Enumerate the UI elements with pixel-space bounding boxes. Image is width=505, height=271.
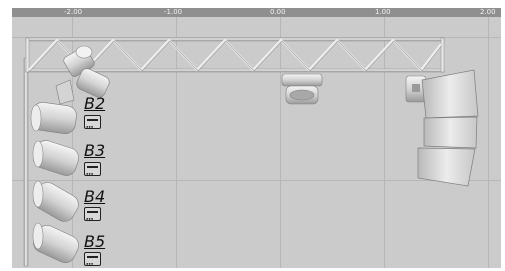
stage-scene [23, 37, 479, 267]
horizontal-ruler: -2.00 -1.00 0.00 1.00 2.00 [12, 8, 501, 17]
stage-viewport[interactable]: -2.00 -1.00 0.00 1.00 2.00 B2 ●●● B3 ●●●… [12, 8, 501, 268]
ruler-tick: 1.00 [375, 8, 391, 16]
ruler-tick: -2.00 [64, 8, 83, 16]
light-bar-icon [84, 115, 101, 129]
vertical-pole[interactable] [23, 57, 29, 267]
fixture-label-b2: B2 [84, 94, 106, 113]
cylinder-fixture[interactable] [30, 179, 82, 225]
fixture-label-b4: B4 [84, 187, 106, 206]
cylinder-fixture[interactable] [30, 101, 77, 135]
cylinder-fixture[interactable] [31, 138, 81, 178]
light-bar-icon [84, 162, 101, 176]
light-bar-icon [84, 252, 101, 266]
fixture-label-b5: B5 [84, 232, 106, 251]
ruler-tick: 2.00 [480, 8, 496, 16]
line-array-speaker[interactable] [417, 69, 479, 187]
light-bar-icon [84, 207, 101, 221]
ruler-tick: -1.00 [164, 8, 183, 16]
moving-head-fixture[interactable] [281, 73, 323, 105]
cylinder-fixture[interactable] [30, 222, 82, 266]
ruler-tick: 0.00 [270, 8, 286, 16]
fixture-label-b3: B3 [84, 141, 106, 160]
